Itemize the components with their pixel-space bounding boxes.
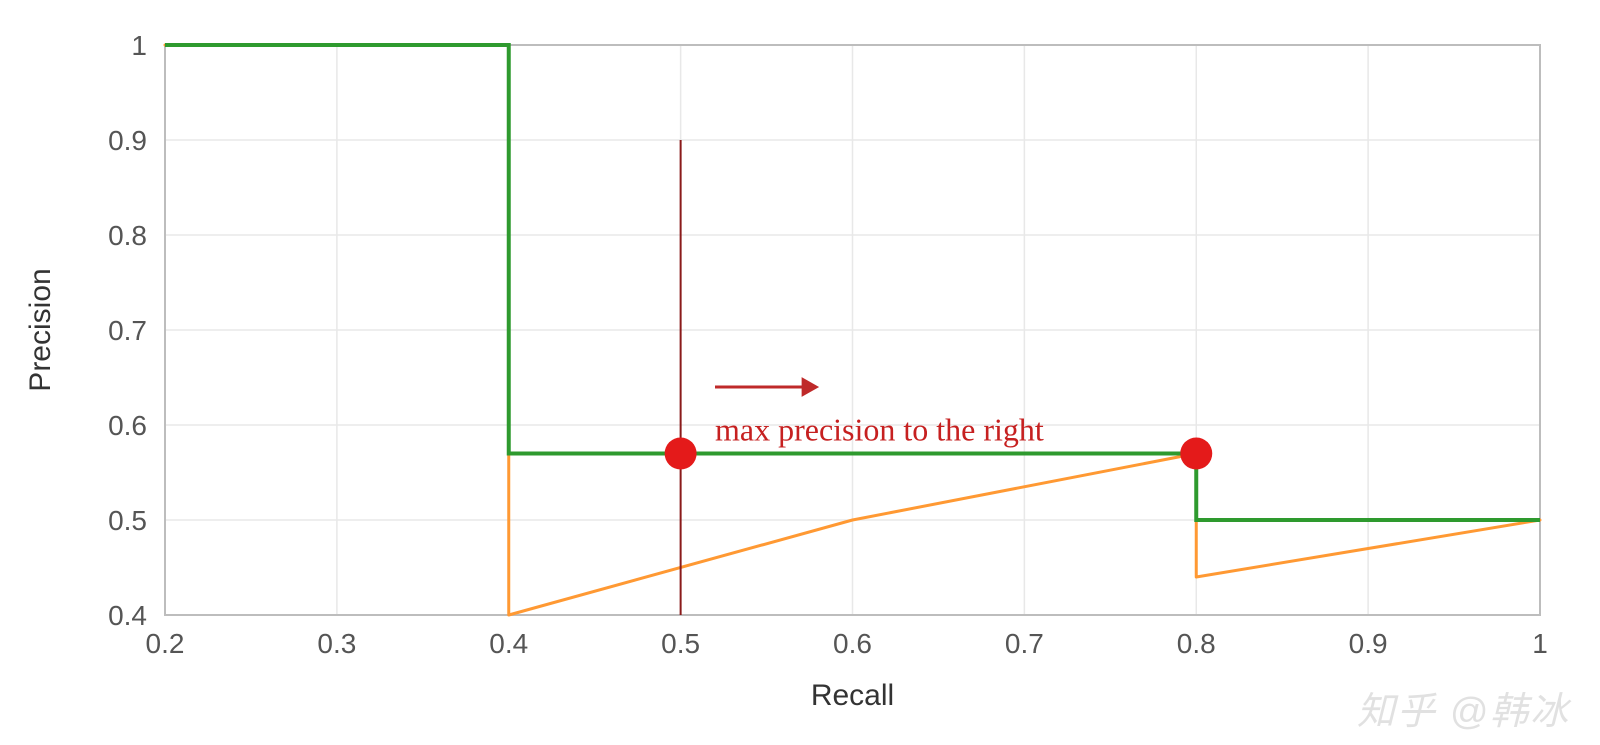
x-tick-label: 0.7 <box>1005 628 1044 659</box>
y-axis-title: Precision <box>24 268 57 391</box>
x-axis-title: Recall <box>811 679 894 712</box>
y-tick-label: 0.4 <box>108 600 147 631</box>
x-tick-label: 0.3 <box>317 628 356 659</box>
x-tick-label: 0.2 <box>146 628 185 659</box>
y-tick-label: 0.8 <box>108 220 147 251</box>
x-tick-label: 0.6 <box>833 628 872 659</box>
annotation-text: max precision to the right <box>715 412 1044 448</box>
x-tick-label: 0.8 <box>1177 628 1216 659</box>
x-tick-label: 0.5 <box>661 628 700 659</box>
x-tick-label: 1 <box>1532 628 1548 659</box>
marker-point <box>1180 438 1212 470</box>
marker-point <box>665 438 697 470</box>
x-tick-label: 0.9 <box>1349 628 1388 659</box>
y-tick-label: 0.6 <box>108 410 147 441</box>
y-tick-label: 1 <box>131 30 147 61</box>
y-tick-label: 0.9 <box>108 125 147 156</box>
chart-svg: 0.2 0.3 0.4 0.5 0.6 0.7 0.8 0.9 1 0.4 0.5 0.6 0.7 0.8… <box>0 0 1600 745</box>
annotation-arrow-head <box>802 378 818 396</box>
y-tick-label: 0.5 <box>108 505 147 536</box>
pr-chart: 0.2 0.3 0.4 0.5 0.6 0.7 0.8 0.9 1 0.4 0.5 0.6 0.7 0.8… <box>0 0 1600 745</box>
y-tick-label: 0.7 <box>108 315 147 346</box>
x-tick-label: 0.4 <box>489 628 528 659</box>
